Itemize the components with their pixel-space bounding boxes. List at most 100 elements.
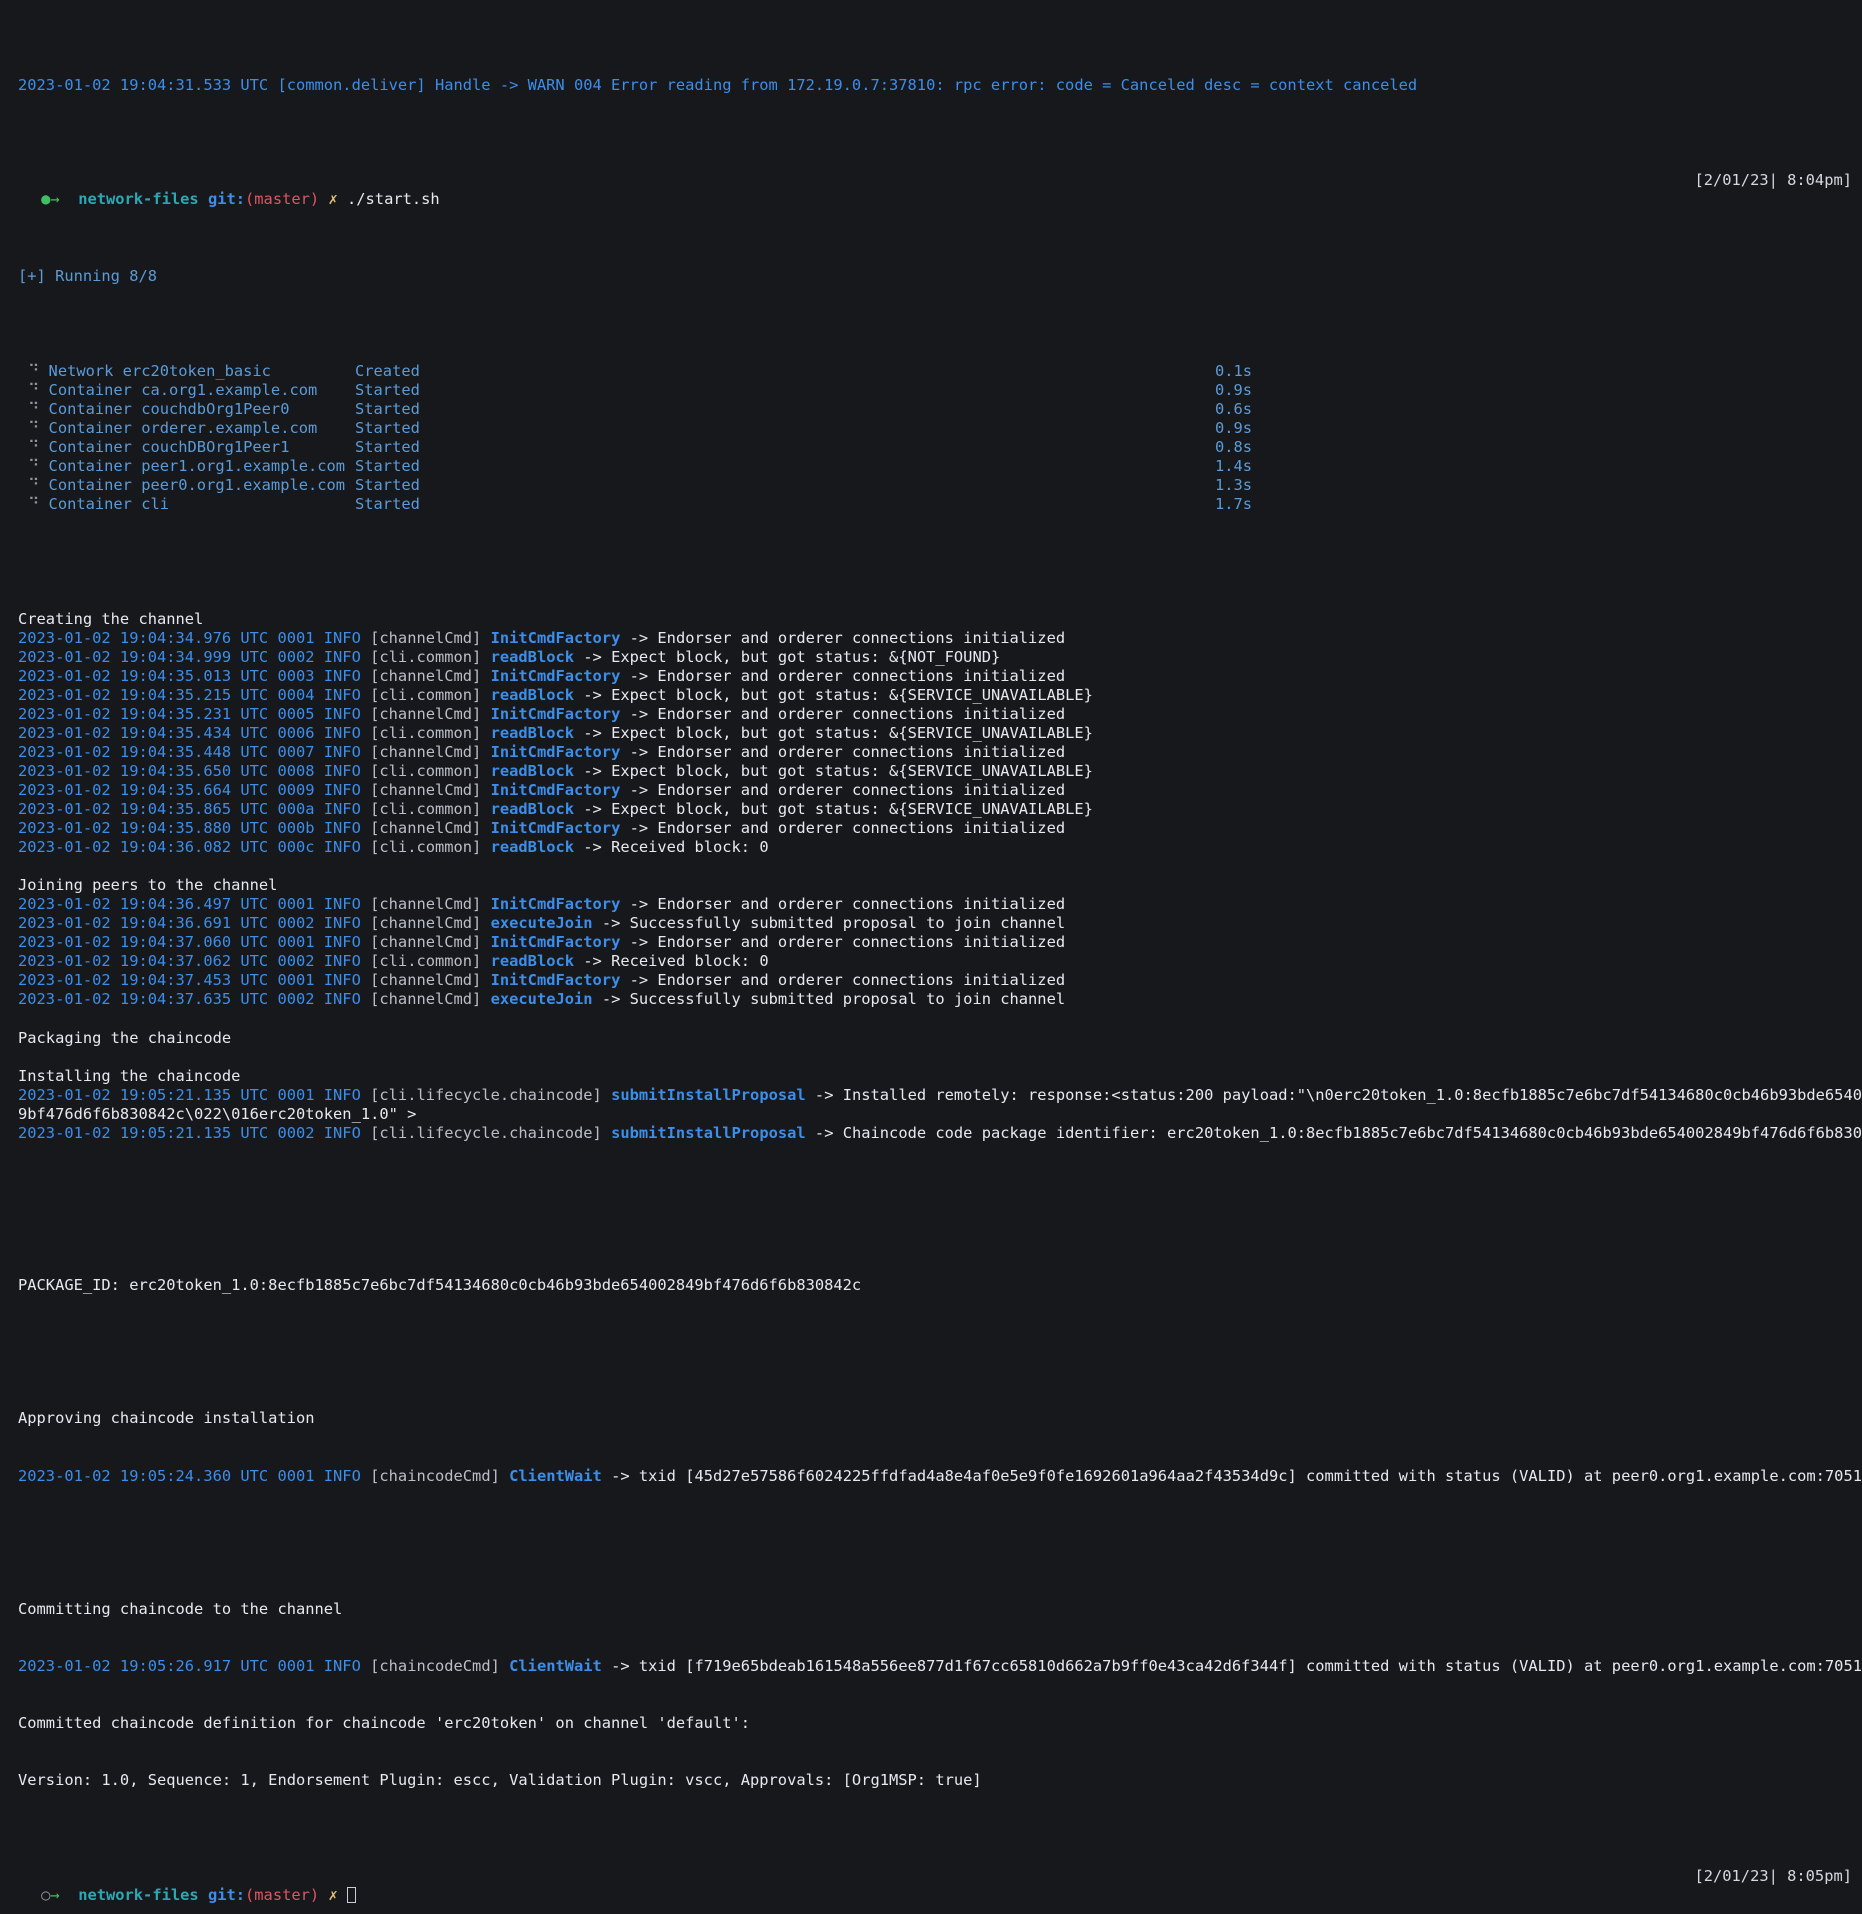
log-line: 2023-01-02 19:04:35.434 UTC 0006 INFO [c… bbox=[0, 724, 1862, 743]
log-function: InitCmdFactory bbox=[490, 971, 621, 990]
log-message: -> Expect block, but got status: &{SERVI… bbox=[574, 761, 1093, 780]
service-status: Started bbox=[355, 380, 420, 399]
log-module: [channelCmd] bbox=[370, 819, 482, 838]
clipped-log-text: 2023-01-02 19:04:31.533 UTC [common.deli… bbox=[18, 76, 1418, 95]
section-heading: Packaging the chaincode bbox=[0, 1029, 1862, 1048]
clipped-log-line: 2023-01-02 19:04:31.533 UTC [common.deli… bbox=[0, 76, 1862, 95]
log-message: -> Expect block, but got status: &{SERVI… bbox=[574, 799, 1093, 818]
prompt-git-branch: (master) bbox=[245, 1885, 320, 1904]
service-status-icon: ⠙ bbox=[28, 380, 49, 399]
log-timestamp: 2023-01-02 19:04:34.976 UTC 0001 INFO bbox=[18, 628, 361, 647]
log-timestamp: 2023-01-02 19:05:21.135 UTC 0002 INFO bbox=[18, 1123, 361, 1142]
log-function: submitInstallProposal bbox=[611, 1123, 806, 1142]
log-timestamp: 2023-01-02 19:04:37.062 UTC 0002 INFO bbox=[18, 952, 361, 971]
compose-service-row: ⠙ Container couchDBOrg1Peer1 Started 0.8s bbox=[0, 438, 1862, 457]
service-name: Container orderer.example.com bbox=[48, 419, 318, 438]
compose-header: [+] Running 8/8 bbox=[0, 267, 1862, 286]
service-status: Created bbox=[355, 361, 420, 380]
log-message: -> Endorser and orderer connections init… bbox=[620, 895, 1066, 914]
log-message: -> Endorser and orderer connections init… bbox=[620, 666, 1066, 685]
log-message: -> txid [f719e65bdeab161548a556ee877d1f6… bbox=[601, 1657, 1862, 1676]
log-line: 2023-01-02 19:04:37.062 UTC 0002 INFO [c… bbox=[0, 952, 1862, 971]
service-name: Container cli bbox=[48, 495, 170, 514]
prompt-line-bottom[interactable]: ○→ network-files git:(master) ✗ [2/01/23… bbox=[0, 1867, 1862, 1904]
log-module: [channelCmd] bbox=[370, 933, 482, 952]
service-status-icon: ⠙ bbox=[28, 419, 49, 438]
service-duration: 1.3s bbox=[1215, 476, 1253, 495]
log-function: readBlock bbox=[490, 685, 575, 704]
log-line: 2023-01-02 19:04:35.650 UTC 0008 INFO [c… bbox=[0, 762, 1862, 781]
service-name: Container peer1.org1.example.com bbox=[48, 457, 346, 476]
log-function: InitCmdFactory bbox=[490, 666, 621, 685]
service-duration: 0.8s bbox=[1215, 438, 1253, 457]
log-function: submitInstallProposal bbox=[611, 1085, 806, 1104]
terminal-window[interactable]: 2023-01-02 19:04:31.533 UTC [common.deli… bbox=[0, 0, 1862, 1904]
log-line: 2023-01-02 19:04:35.215 UTC 0004 INFO [c… bbox=[0, 686, 1862, 705]
log-module: [channelCmd] bbox=[370, 628, 482, 647]
service-duration: 1.4s bbox=[1215, 457, 1253, 476]
prompt-git-branch: (master) bbox=[245, 190, 320, 209]
compose-header-text: [+] Running 8/8 bbox=[18, 266, 157, 285]
compose-service-row: ⠙ Container peer1.org1.example.com Starte… bbox=[0, 457, 1862, 476]
log-module: [cli.common] bbox=[370, 838, 482, 857]
section-heading-text: Installing the chaincode bbox=[18, 1066, 241, 1085]
log-function: readBlock bbox=[490, 838, 575, 857]
log-line: 2023-01-02 19:05:21.135 UTC 0001 INFO [c… bbox=[0, 1086, 1862, 1105]
log-module: [channelCmd] bbox=[370, 971, 482, 990]
service-status-icon: ⠙ bbox=[28, 476, 49, 495]
service-name: Container ca.org1.example.com bbox=[48, 380, 318, 399]
prompt-git-label: git: bbox=[207, 1885, 246, 1904]
prompt-directory: network-files bbox=[78, 190, 199, 209]
log-module: [cli.common] bbox=[370, 952, 482, 971]
log-function: readBlock bbox=[490, 761, 575, 780]
log-module: [channelCmd] bbox=[370, 704, 482, 723]
section-heading: Joining peers to the channel bbox=[0, 876, 1862, 895]
section-heading: Creating the channel bbox=[0, 610, 1862, 629]
compose-service-row: ⠙ Container orderer.example.com Started 0.… bbox=[0, 419, 1862, 438]
package-id-text: PACKAGE_ID: erc20token_1.0:8ecfb1885c7e6… bbox=[18, 1276, 862, 1295]
prompt-arrow-icon: → bbox=[50, 190, 60, 209]
log-line: 2023-01-02 19:04:37.635 UTC 0002 INFO [c… bbox=[0, 990, 1862, 1009]
log-function: ClientWait bbox=[509, 1466, 602, 1485]
log-timestamp: 2023-01-02 19:05:26.917 UTC 0001 INFO bbox=[18, 1657, 361, 1676]
log-line: 2023-01-02 19:04:36.497 UTC 0001 INFO [c… bbox=[0, 895, 1862, 914]
service-name: Container couchdbOrg1Peer0 bbox=[48, 399, 290, 418]
log-line: 2023-01-02 19:04:35.880 UTC 000b INFO [c… bbox=[0, 819, 1862, 838]
log-timestamp: 2023-01-02 19:04:36.691 UTC 0002 INFO bbox=[18, 914, 361, 933]
service-name: Network erc20token_basic bbox=[48, 361, 271, 380]
log-message: -> Received block: 0 bbox=[574, 838, 769, 857]
log-message: -> Successfully submitted proposal to jo… bbox=[592, 914, 1066, 933]
log-module: [chaincodeCmd] bbox=[370, 1466, 500, 1485]
log-sections: Creating the channel 2023-01-02 19:04:34.… bbox=[0, 590, 1862, 1142]
log-line: 2023-01-02 19:05:21.135 UTC 0002 INFO [c… bbox=[0, 1124, 1862, 1143]
log-function: readBlock bbox=[490, 647, 575, 666]
log-timestamp: 2023-01-02 19:04:35.013 UTC 0003 INFO bbox=[18, 666, 361, 685]
committed-definition-line: Committed chaincode definition for chain… bbox=[0, 1714, 1862, 1733]
committed-definition-text: Committed chaincode definition for chain… bbox=[18, 1714, 751, 1733]
log-function: readBlock bbox=[490, 799, 575, 818]
log-timestamp: 2023-01-02 19:04:36.497 UTC 0001 INFO bbox=[18, 895, 361, 914]
prompt-git-label: git: bbox=[207, 190, 246, 209]
log-timestamp: 2023-01-02 19:04:35.215 UTC 0004 INFO bbox=[18, 685, 361, 704]
log-line: 2023-01-02 19:04:36.691 UTC 0002 INFO [c… bbox=[0, 914, 1862, 933]
text-cursor[interactable] bbox=[347, 1886, 357, 1903]
log-function: executeJoin bbox=[490, 990, 593, 1009]
log-module: [cli.common] bbox=[370, 723, 482, 742]
log-continuation-text: 9bf476d6f6b830842c\022\016erc20token_1.0… bbox=[18, 1104, 417, 1123]
service-name: Container peer0.org1.example.com bbox=[48, 476, 346, 495]
compose-service-list: ⠙ Network erc20token_basic Created 0.1s ⠙ C… bbox=[0, 362, 1862, 514]
log-line: 2023-01-02 19:04:37.060 UTC 0001 INFO [c… bbox=[0, 933, 1862, 952]
log-message: -> txid [45d27e57586f6024225ffdfad4a8e4a… bbox=[601, 1466, 1862, 1485]
log-module: [cli.common] bbox=[370, 799, 482, 818]
compose-service-row: ⠙ Network erc20token_basic Created 0.1s bbox=[0, 362, 1862, 381]
service-status-icon: ⠙ bbox=[28, 399, 49, 418]
log-timestamp: 2023-01-02 19:04:35.448 UTC 0007 INFO bbox=[18, 742, 361, 761]
log-module: [cli.lifecycle.chaincode] bbox=[370, 1085, 602, 1104]
approving-log-line: 2023-01-02 19:05:24.360 UTC 0001 INFO [c… bbox=[0, 1467, 1862, 1486]
log-module: [cli.common] bbox=[370, 685, 482, 704]
